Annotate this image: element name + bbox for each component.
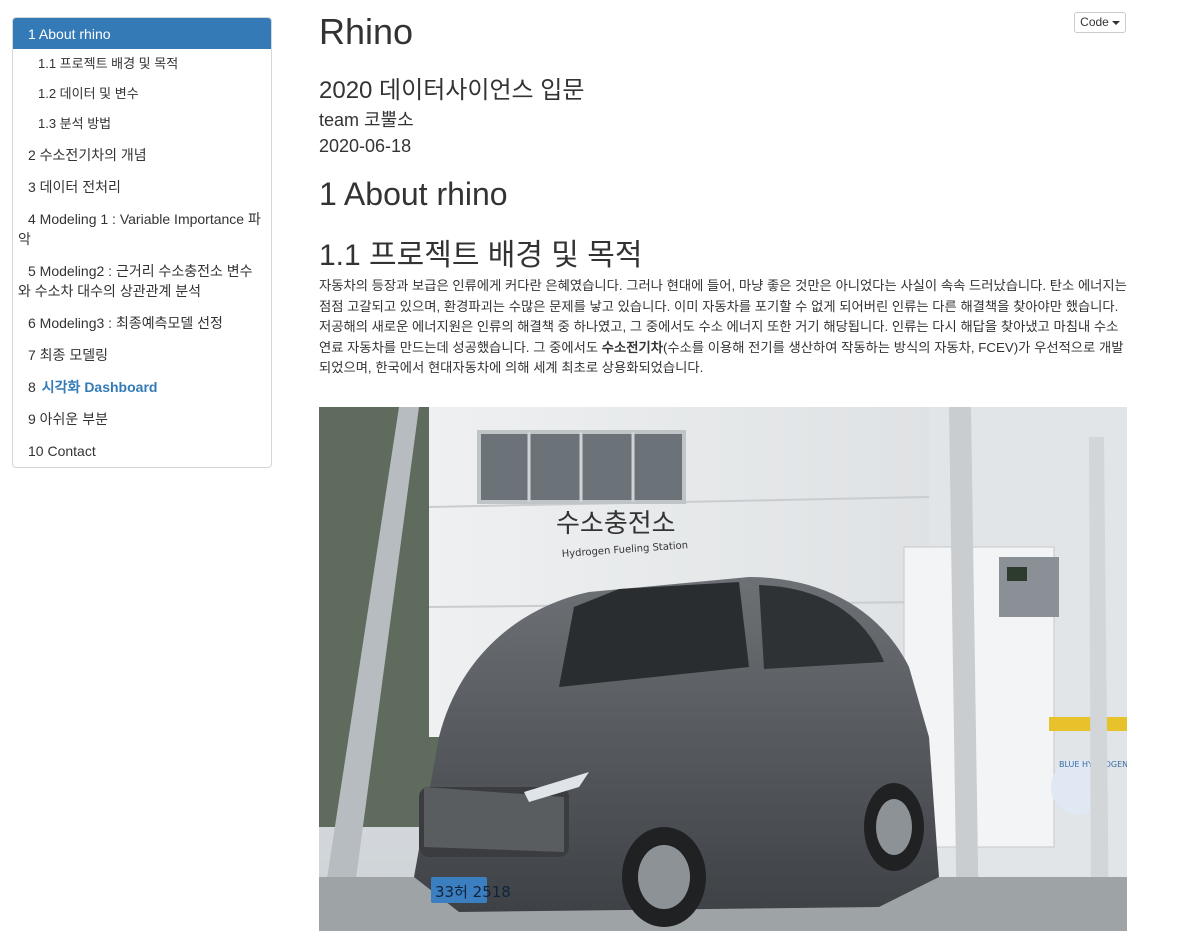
toc-item-modeling-2[interactable]: 5 Modeling2 : 근거리 수소충전소 변수와 수소차 대수의 상관관계… xyxy=(13,255,271,307)
page-title: Rhino xyxy=(319,11,414,52)
intro-paragraph: 자동차의 등장과 보급은 인류에게 커다란 은혜였습니다. 그러나 현대에 들어… xyxy=(319,276,1127,379)
station-sign: 수소충전소 xyxy=(556,509,676,539)
toc-item-analysis-method[interactable]: 1.3 분석 방법 xyxy=(13,109,271,139)
caret-down-icon xyxy=(1111,20,1120,25)
toc-item-project-background[interactable]: 1.1 프로젝트 배경 및 목적 xyxy=(13,49,271,79)
hydrogen-station-illustration: 수소충전소 Hydrogen Fueling Station BLUE HYDR… xyxy=(319,407,1127,931)
date: 2020-06-18 xyxy=(319,136,412,156)
page-subtitle: 2020 데이터사이언스 입문 xyxy=(319,77,585,104)
toc-item-modeling-1[interactable]: 4 Modeling 1 : Variable Importance 파악 xyxy=(13,203,271,255)
intro-text-bold: 수소전기차 xyxy=(601,339,663,355)
toc-item-modeling-3[interactable]: 6 Modeling3 : 최종예측모델 선정 xyxy=(13,307,271,339)
toc-item-dashboard-number: 8 xyxy=(28,379,36,395)
toc-item-preprocessing[interactable]: 3 데이터 전처리 xyxy=(13,171,271,203)
section-heading-background: 1.1 프로젝트 배경 및 목적 xyxy=(319,239,643,272)
toc-item-dashboard-label: 시각화 Dashboard xyxy=(41,379,158,395)
toc-item-final-modeling[interactable]: 7 최종 모델링 xyxy=(13,339,271,371)
section-heading-about: 1 About rhino xyxy=(319,176,508,212)
toc-item-about-rhino[interactable]: 1 About rhino xyxy=(13,18,271,49)
code-dropdown-button[interactable]: Code xyxy=(1074,12,1126,33)
toc-item-data-variables[interactable]: 1.2 데이터 및 변수 xyxy=(13,79,271,109)
table-of-contents: 1 About rhino 1.1 프로젝트 배경 및 목적 1.2 데이터 및… xyxy=(12,17,272,468)
code-button-label: Code xyxy=(1080,15,1109,29)
license-plate: 33허 2518 xyxy=(435,883,511,901)
toc-item-regrets[interactable]: 9 아쉬운 부분 xyxy=(13,403,271,435)
author: team 코뿔소 xyxy=(319,110,414,130)
toc-item-contact[interactable]: 10 Contact xyxy=(13,435,271,467)
toc-item-dashboard[interactable]: 8 시각화 Dashboard xyxy=(13,371,271,403)
hydrogen-station-photo: 수소충전소 Hydrogen Fueling Station BLUE HYDR… xyxy=(319,407,1127,931)
toc-item-fcev-concept[interactable]: 2 수소전기차의 개념 xyxy=(13,139,271,171)
